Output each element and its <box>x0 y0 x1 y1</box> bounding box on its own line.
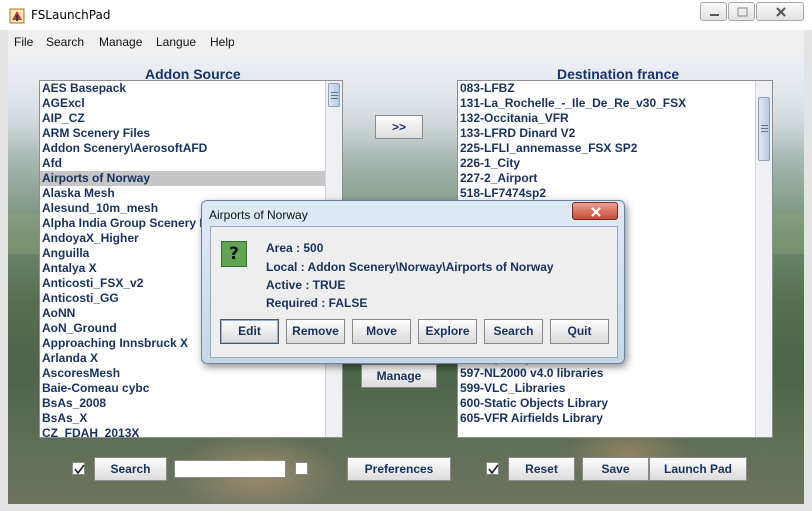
close-button[interactable] <box>756 2 804 21</box>
list-item[interactable]: AIP_CZ <box>40 111 325 126</box>
active-info: Active : TRUE <box>266 278 346 292</box>
list-item[interactable]: 597-NL2000 v4.0 libraries <box>458 366 755 381</box>
list-item[interactable]: 605-VFR Airfields Library <box>458 411 755 426</box>
list-item[interactable]: Airports of Norway <box>40 171 325 186</box>
list-item[interactable]: AscoresMesh <box>40 366 325 381</box>
explore-button[interactable]: Explore <box>418 319 477 344</box>
menu-search[interactable]: Search <box>46 35 84 49</box>
list-item[interactable]: AGExcl <box>40 96 325 111</box>
preferences-button[interactable]: Preferences <box>347 457 451 481</box>
list-item[interactable]: BsAs_X <box>40 411 325 426</box>
local-info: Local : Addon Scenery\Norway\Airports of… <box>266 260 554 274</box>
list-item[interactable]: Baie-Comeau cybc <box>40 381 325 396</box>
transfer-button[interactable]: >> <box>375 115 423 139</box>
list-item[interactable]: 083-LFBZ <box>458 81 755 96</box>
list-item[interactable]: 600-Static Objects Library <box>458 396 755 411</box>
question-icon: ? <box>221 241 247 267</box>
list-item[interactable]: 131-La_Rochelle_-_Ile_De_Re_v30_FSX <box>458 96 755 111</box>
app-icon <box>9 8 25 24</box>
menu-manage[interactable]: Manage <box>99 35 142 49</box>
addon-source-scroll-thumb[interactable] <box>328 83 340 107</box>
list-item[interactable]: 599-VLC_Libraries <box>458 381 755 396</box>
quit-button[interactable]: Quit <box>550 319 609 344</box>
list-item[interactable]: ARM Scenery Files <box>40 126 325 141</box>
list-item[interactable]: 225-LFLI_annemasse_FSX SP2 <box>458 141 755 156</box>
dialog-search-button[interactable]: Search <box>484 319 543 344</box>
reset-button[interactable]: Reset <box>508 457 575 481</box>
list-item[interactable]: Addon Scenery\AerosoftAFD <box>40 141 325 156</box>
search-option-checkbox[interactable] <box>295 462 308 475</box>
list-item[interactable]: Alaska Mesh <box>40 186 325 201</box>
maximize-button[interactable] <box>728 2 755 21</box>
list-item[interactable]: 518-LF7474sp2 <box>458 186 755 201</box>
manage-button[interactable]: Manage <box>361 364 437 388</box>
reset-checkbox[interactable] <box>486 462 499 475</box>
launch-pad-button[interactable]: Launch Pad <box>649 457 747 481</box>
list-item[interactable]: 226-1_City <box>458 156 755 171</box>
addon-info-dialog: Airports of Norway ? Area : 500 Local : … <box>201 200 625 364</box>
save-button[interactable]: Save <box>582 457 649 481</box>
list-item[interactable]: CZ_FDAH_2013X <box>40 426 325 437</box>
edit-button[interactable]: Edit <box>220 319 279 344</box>
list-item[interactable]: 133-LFRD Dinard V2 <box>458 126 755 141</box>
dialog-title: Airports of Norway <box>209 208 308 222</box>
list-item[interactable]: Afd <box>40 156 325 171</box>
list-item[interactable]: BsAs_2008 <box>40 396 325 411</box>
title-bar: FSLaunchPad <box>0 0 812 30</box>
area-info: Area : 500 <box>266 241 324 255</box>
search-button[interactable]: Search <box>94 457 167 481</box>
dialog-close-button[interactable] <box>572 202 618 220</box>
window-title: FSLaunchPad <box>31 8 111 22</box>
destination-scroll-thumb[interactable] <box>758 97 770 161</box>
destination-scrollbar[interactable] <box>755 81 772 437</box>
menu-file[interactable]: File <box>14 35 33 49</box>
required-info: Required : FALSE <box>266 296 368 310</box>
list-item[interactable]: 227-2_Airport <box>458 171 755 186</box>
menu-help[interactable]: Help <box>210 35 235 49</box>
list-item[interactable]: 132-Occitania_VFR <box>458 111 755 126</box>
menu-bar: File Search Manage Langue Help <box>8 30 804 54</box>
left-checkbox[interactable] <box>72 462 85 475</box>
minimize-button[interactable] <box>700 2 727 21</box>
dialog-body: ? Area : 500 Local : Addon Scenery\Norwa… <box>210 226 618 358</box>
move-button[interactable]: Move <box>352 319 411 344</box>
menu-langue[interactable]: Langue <box>156 35 196 49</box>
remove-button[interactable]: Remove <box>286 319 345 344</box>
list-item[interactable]: AES Basepack <box>40 81 325 96</box>
search-input[interactable] <box>174 460 286 478</box>
